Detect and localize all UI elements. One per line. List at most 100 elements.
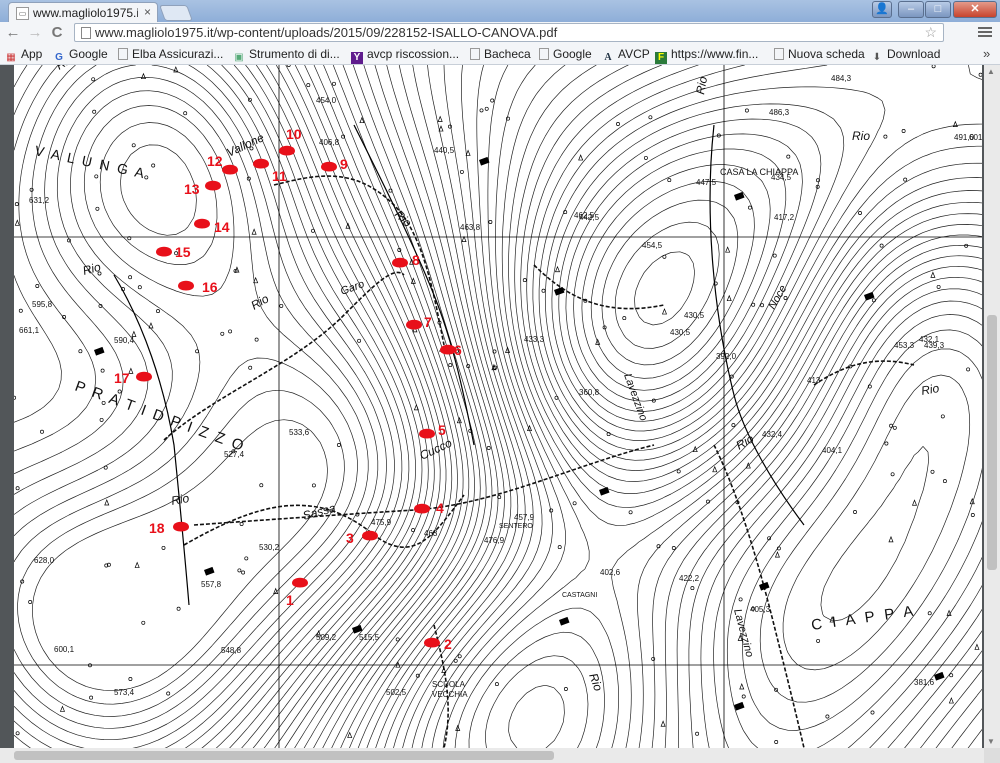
red-markers: 123456789101112131415161718	[114, 126, 462, 652]
bookmarks-bar: ▦ App G Google Elba Assicurazi... ▣ Strumen…	[0, 44, 1000, 65]
topographic-map-canvas: V A L U N G A P R A T I D P I Z Z O Vallon…	[14, 65, 982, 748]
svg-text:P R A T I D P I Z Z O: P R A T I D P I Z Z O	[73, 378, 248, 456]
svg-text:402,6: 402,6	[600, 568, 621, 577]
user-icon[interactable]: 👤	[872, 1, 892, 18]
bookmark-fin[interactable]: Fhttps://www.fin...	[655, 47, 758, 64]
bookmark-star-icon[interactable]: ☆	[924, 24, 937, 41]
a-logo-icon: A	[604, 52, 612, 63]
close-window-button[interactable]: ✕	[953, 1, 997, 18]
minimize-button[interactable]: –	[898, 1, 924, 18]
bookmark-google[interactable]: G Google	[53, 47, 108, 64]
bookmark-strumento[interactable]: ▣ Strumento di di...	[233, 47, 339, 64]
svg-text:430,5: 430,5	[684, 311, 705, 320]
survey-points	[14, 65, 982, 744]
red-marker-number: 6	[454, 342, 462, 358]
svg-text:C I A P P A: C I A P P A	[810, 602, 917, 634]
bookmark-bacheca[interactable]: Bacheca	[470, 47, 531, 61]
svg-text:486,3: 486,3	[769, 108, 790, 117]
bookmark-avcp-riscossione[interactable]: Yavcp riscossion...	[351, 47, 459, 64]
red-marker-number: 16	[202, 279, 218, 295]
svg-text:557,8: 557,8	[201, 580, 222, 589]
red-marker-dot	[194, 218, 210, 229]
back-arrow-icon[interactable]: ←	[4, 24, 22, 42]
reload-icon[interactable]: C	[48, 24, 66, 42]
red-marker-number: 5	[438, 422, 446, 438]
bookmark-elba[interactable]: Elba Assicurazi...	[118, 47, 223, 61]
new-tab-button[interactable]	[159, 5, 193, 21]
svg-text:Rio: Rio	[693, 75, 710, 95]
horizontal-scroll-thumb[interactable]	[14, 751, 554, 760]
svg-text:590,4: 590,4	[114, 336, 135, 345]
svg-text:442,5: 442,5	[579, 213, 600, 222]
bookmark-download[interactable]: ⬇ Download	[871, 47, 941, 64]
svg-text:Sassa: Sassa	[301, 501, 337, 523]
bookmarks-more-icon[interactable]: »	[983, 46, 990, 61]
svg-text:661,1: 661,1	[19, 326, 40, 335]
url-text: www.magliolo1975.it/wp-content/uploads/2…	[95, 25, 558, 40]
page-icon	[81, 27, 91, 39]
vertical-scrollbar[interactable]: ▲ ▼	[984, 65, 1000, 748]
svg-text:406,8: 406,8	[319, 138, 340, 147]
red-marker-number: 13	[184, 181, 200, 197]
bookmark-app[interactable]: ▦ App	[5, 47, 42, 64]
browser-tab[interactable]: ▭ www.magliolo1975.i ×	[8, 2, 158, 22]
svg-text:Vallone: Vallone	[224, 130, 266, 160]
red-marker-number: 2	[444, 636, 452, 652]
svg-text:439,3: 439,3	[924, 341, 945, 350]
svg-text:595,8: 595,8	[32, 300, 53, 309]
red-marker-dot	[424, 637, 440, 648]
red-marker-number: 11	[272, 168, 287, 184]
svg-text:413: 413	[807, 376, 821, 385]
red-marker-number: 8	[412, 252, 420, 268]
tab-close-icon[interactable]: ×	[144, 5, 151, 19]
svg-text:475,9: 475,9	[371, 518, 392, 527]
svg-text:SENTERO: SENTERO	[499, 523, 533, 530]
bookmark-google-2[interactable]: Google	[539, 47, 592, 61]
svg-text:404,1: 404,1	[822, 446, 843, 455]
svg-text:Noce: Noce	[766, 283, 789, 311]
svg-text:457,9: 457,9	[514, 513, 535, 522]
svg-text:454,0: 454,0	[316, 96, 337, 105]
red-marker-dot	[173, 521, 189, 532]
svg-text:Lavezzino: Lavezzino	[731, 608, 755, 659]
page-icon	[539, 48, 549, 60]
svg-text:454,5: 454,5	[642, 241, 663, 250]
chrome-menu-icon[interactable]	[978, 25, 992, 39]
horizontal-scrollbar[interactable]	[0, 748, 984, 763]
vertical-scroll-thumb[interactable]	[987, 315, 997, 570]
red-marker-dot	[222, 164, 238, 175]
scrollbar-corner	[984, 748, 1000, 763]
svg-text:422,2: 422,2	[679, 574, 700, 583]
red-marker-dot	[406, 319, 422, 330]
bookmark-nuova-scheda[interactable]: Nuova scheda	[774, 47, 865, 61]
svg-text:600,1: 600,1	[54, 645, 75, 654]
svg-text:417,2: 417,2	[774, 213, 795, 222]
bookmark-avcp[interactable]: A AVCP	[602, 47, 649, 64]
svg-text:Rio: Rio	[586, 671, 605, 693]
svg-text:631,2: 631,2	[29, 196, 50, 205]
red-marker-number: 10	[286, 126, 302, 142]
svg-text:VECCHIA: VECCHIA	[432, 690, 468, 699]
map-labels: V A L U N G A P R A T I D P I Z Z O Vallon…	[19, 65, 982, 699]
svg-text:V A L U N G A: V A L U N G A	[33, 142, 147, 181]
address-bar[interactable]: www.magliolo1975.it/wp-content/uploads/2…	[74, 23, 944, 42]
pdf-favicon-icon: ▭	[16, 7, 29, 20]
red-marker-dot	[136, 371, 152, 382]
navigation-toolbar: ← → C www.magliolo1975.it/wp-content/upl…	[0, 22, 1000, 44]
svg-text:548,8: 548,8	[221, 646, 242, 655]
scroll-up-arrow-icon[interactable]: ▲	[987, 67, 995, 76]
red-marker-number: 15	[175, 244, 191, 260]
red-marker-number: 9	[340, 156, 348, 172]
page-icon	[118, 48, 128, 60]
scroll-down-arrow-icon[interactable]: ▼	[987, 737, 995, 746]
svg-text:530,2: 530,2	[259, 543, 280, 552]
svg-text:Rio: Rio	[852, 129, 870, 143]
red-marker-dot	[414, 503, 430, 514]
image-icon: ▣	[234, 52, 244, 63]
forward-arrow-icon[interactable]: →	[26, 24, 44, 42]
red-marker-dot	[279, 145, 295, 156]
topographic-map-page[interactable]: V A L U N G A P R A T I D P I Z Z O Vallon…	[14, 65, 982, 748]
maximize-button[interactable]: □	[925, 1, 951, 18]
svg-text:440,5: 440,5	[434, 146, 455, 155]
svg-text:515,5: 515,5	[359, 633, 380, 642]
